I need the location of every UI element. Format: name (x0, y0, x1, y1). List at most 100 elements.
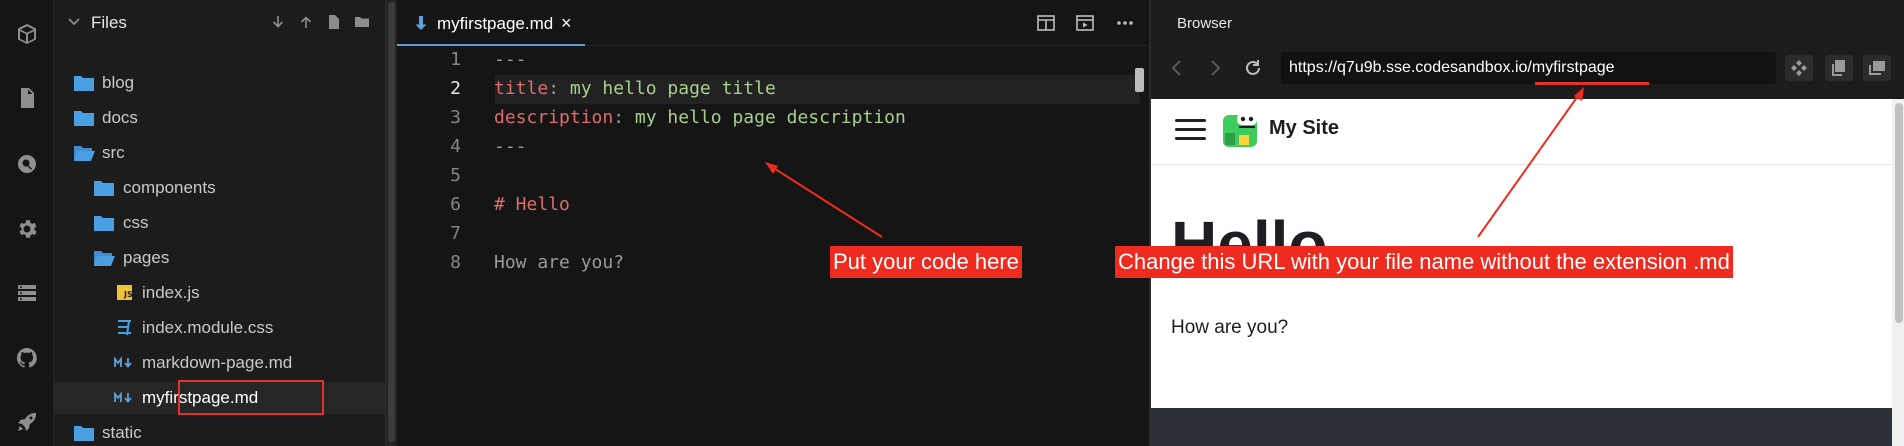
code-token: title (494, 78, 549, 99)
gear-icon[interactable] (7, 209, 47, 249)
forward-icon[interactable] (1203, 56, 1227, 80)
page-paragraph: How are you? (1171, 317, 1289, 338)
tree-item[interactable]: markdown-page.md (54, 347, 385, 379)
back-icon[interactable] (1165, 56, 1189, 80)
editor-tabbar: myfirstpage.md × (397, 0, 1149, 46)
browser-scrollbar-thumb[interactable] (1895, 103, 1903, 323)
tree-item-label: index.module.css (142, 318, 274, 337)
markdown-file-icon (415, 16, 427, 30)
explorer-header: Files (54, 0, 385, 45)
code-line[interactable]: --- (494, 136, 527, 157)
new-file-icon[interactable] (324, 12, 344, 32)
site-navbar: My Site (1151, 99, 1892, 165)
github-icon[interactable] (7, 338, 47, 378)
url-input[interactable] (1281, 52, 1776, 84)
tree-item[interactable]: components (54, 172, 385, 204)
code-token: description (494, 107, 614, 128)
search-icon[interactable] (7, 144, 47, 184)
code-line[interactable]: title: my hello page title (494, 78, 776, 99)
explorer-title: Files (91, 13, 127, 32)
tree-item[interactable]: docs (54, 102, 385, 134)
more-icon[interactable] (1113, 12, 1137, 34)
tab-myfirstpage[interactable]: myfirstpage.md × (397, 0, 585, 46)
chevron-down-icon[interactable] (67, 15, 81, 29)
tree-item[interactable]: JS index.js (54, 277, 385, 309)
tree-item[interactable]: css (54, 207, 385, 239)
tree-item[interactable]: index.module.css (54, 312, 385, 344)
folder-icon (94, 216, 114, 231)
move-icon[interactable] (1785, 55, 1813, 81)
scrollbar-thumb[interactable] (388, 2, 395, 442)
tree-item-label: markdown-page.md (142, 353, 293, 372)
code-token: : (613, 107, 635, 128)
tree-item-label: docs (102, 108, 138, 127)
open-window-icon[interactable] (1863, 55, 1891, 81)
code-line[interactable]: --- (494, 49, 527, 70)
tree-item-label: index.js (142, 283, 200, 302)
code-token: # Hello (494, 194, 570, 215)
tree-item-label: css (123, 213, 149, 232)
site-logo[interactable] (1221, 111, 1259, 149)
preview-icon[interactable] (1073, 12, 1097, 34)
line-number: 2 (450, 78, 461, 99)
rocket-icon[interactable] (7, 402, 47, 442)
line-number: 1 (450, 49, 461, 70)
selection-highlight-box (178, 380, 324, 415)
url-underline-mark (1535, 82, 1649, 85)
code-token: my hello page title (569, 78, 776, 99)
tree-item[interactable]: src (54, 137, 385, 169)
line-number: 8 (450, 252, 461, 273)
explorer-scrollbar[interactable] (385, 0, 397, 446)
code-token: --- (494, 136, 527, 157)
refresh-icon[interactable] (1241, 56, 1265, 80)
browser-scrollbar[interactable] (1892, 99, 1904, 446)
tree-item-label: components (123, 178, 216, 197)
close-icon[interactable]: × (561, 13, 572, 34)
folder-icon (74, 76, 94, 91)
folder-icon (94, 181, 114, 196)
code-token: my hello page description (634, 107, 906, 128)
folder-open-icon (94, 251, 115, 266)
markdown-file-icon (114, 356, 132, 368)
line-number: 3 (450, 107, 461, 128)
activity-bar (0, 0, 54, 446)
new-folder-icon[interactable] (352, 12, 372, 32)
annotation-url-note: Change this URL with your file name with… (1115, 246, 1733, 278)
tree-item-label: static (102, 423, 142, 442)
line-number: 6 (450, 194, 461, 215)
folder-open-icon (74, 146, 95, 161)
code-editor: myfirstpage.md × 1 --- 2 title: my hello pa… (397, 0, 1149, 446)
download-icon[interactable] (268, 12, 288, 32)
svg-text:JS: JS (123, 290, 133, 299)
line-number: 7 (450, 223, 461, 244)
split-view-icon[interactable] (1034, 12, 1058, 34)
upload-icon[interactable] (296, 12, 316, 32)
code-token: : (548, 78, 570, 99)
annotation-code-note: Put your code here (830, 246, 1022, 278)
site-name[interactable]: My Site (1269, 117, 1339, 140)
browser-title: Browser (1177, 15, 1233, 32)
code-line[interactable]: description: my hello page description (494, 107, 906, 128)
tree-item[interactable]: blog (54, 67, 385, 99)
line-number: 4 (450, 136, 461, 157)
tree-item[interactable]: static (54, 417, 385, 446)
file-explorer: Files blog docs src components css pages JS ind… (54, 0, 385, 446)
tree-item[interactable]: pages (54, 242, 385, 274)
code-area[interactable]: 1 --- 2 title: my hello page title 3 descript… (397, 46, 1149, 446)
code-token: --- (494, 49, 527, 70)
css-file-icon (118, 320, 131, 336)
copy-icon[interactable] (1825, 55, 1853, 81)
folder-icon (74, 426, 94, 441)
tab-label: myfirstpage.md (437, 14, 554, 33)
file-icon[interactable] (7, 78, 47, 118)
line-number: 5 (450, 165, 461, 186)
code-line[interactable]: How are you? (494, 252, 624, 273)
site-footer (1151, 408, 1892, 446)
server-icon[interactable] (7, 273, 47, 313)
code-line[interactable]: # Hello (494, 194, 570, 215)
hamburger-menu-icon[interactable] (1175, 117, 1207, 143)
folder-icon (74, 111, 94, 126)
box-icon[interactable] (7, 14, 47, 54)
editor-scrollbar[interactable] (1135, 68, 1144, 92)
tree-item-label: blog (102, 73, 135, 92)
